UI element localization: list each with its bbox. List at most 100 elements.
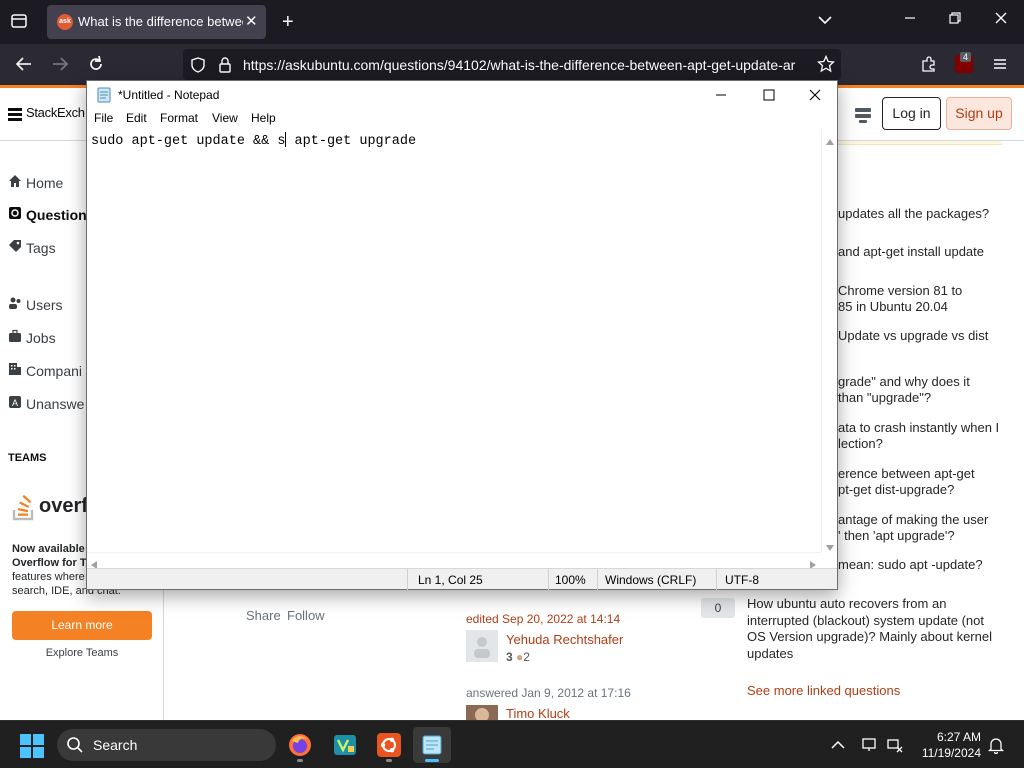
menu-view[interactable]: View	[212, 111, 238, 125]
ublock-origin-icon[interactable]: 4	[955, 52, 973, 73]
signup-button[interactable]: Sign up	[946, 97, 1012, 130]
site-switcher-icon[interactable]	[853, 105, 873, 128]
taskbar-time[interactable]: 6:27 AM	[905, 730, 981, 744]
network-disconnected-icon[interactable]	[886, 736, 904, 757]
notepad-statusbar: Ln 1, Col 25 100% Windows (CRLF) UTF-8	[87, 568, 837, 590]
scroll-down-arrow-icon[interactable]	[826, 539, 834, 554]
taskbar-ubuntu[interactable]	[370, 727, 408, 763]
menu-edit[interactable]: Edit	[126, 111, 147, 125]
stackexchange-logo-text[interactable]: StackExch	[26, 105, 85, 120]
notepad-icon	[420, 733, 444, 760]
sidebar-item-questions[interactable]: Question	[8, 206, 87, 228]
new-tab-plus-icon[interactable]: +	[282, 12, 294, 32]
askubuntu-favicon-icon: ask	[57, 14, 73, 30]
extensions-puzzle-icon[interactable]	[920, 55, 938, 77]
linked-question[interactable]: grade" and why does it than "upgrade"?	[838, 374, 1008, 406]
taskbar-notepad[interactable]	[413, 727, 451, 763]
stackoverflow-logo-icon	[12, 491, 36, 524]
windows-taskbar: Search 6:27 AM 11/19/2024	[0, 720, 1024, 768]
browser-nav-bar: https://askubuntu.com/questions/94102/wh…	[0, 44, 1024, 85]
sidebar-item-companies[interactable]: Compani	[8, 362, 82, 384]
tab-close-icon[interactable]: ✕	[245, 12, 258, 30]
linked-question[interactable]: updates all the packages?	[838, 206, 1008, 222]
linked-question[interactable]: ata to crash instantly when Ilection?	[838, 420, 1008, 452]
answerer-name-link[interactable]: Timo Kluck	[506, 706, 570, 721]
tab-list-icon[interactable]	[10, 12, 28, 36]
notepad-menubar: File Edit Format View Help	[87, 109, 837, 129]
notification-bell-icon[interactable]	[987, 736, 1005, 757]
notepad-minimize-icon[interactable]	[713, 87, 729, 106]
scroll-up-arrow-icon[interactable]	[826, 133, 834, 148]
avatar[interactable]	[466, 630, 498, 662]
forward-arrow-icon[interactable]	[50, 54, 70, 78]
users-icon	[8, 296, 26, 313]
menu-file[interactable]: File	[94, 111, 113, 125]
follow-link[interactable]: Follow	[287, 608, 325, 623]
linked-question[interactable]: How ubuntu auto recovers from an interru…	[747, 596, 1002, 662]
menu-help[interactable]: Help	[251, 111, 276, 125]
text-after-cursor: apt-get upgrade	[286, 134, 417, 149]
sidebar-item-unanswered[interactable]: A Unanswe	[8, 395, 84, 417]
vertical-scrollbar[interactable]	[821, 129, 837, 552]
text-before-cursor: sudo apt-get update && s	[91, 134, 286, 149]
hamburger-menu-icon[interactable]	[991, 55, 1009, 77]
browser-tab-active[interactable]: ask What is the difference between ✕	[47, 5, 266, 39]
share-link[interactable]: Share	[246, 608, 281, 623]
status-separator	[597, 569, 598, 590]
linked-question[interactable]: erence between apt-get pt-get dist-upgrad…	[838, 466, 1008, 498]
taskbar-firefox[interactable]	[281, 727, 319, 763]
linked-question[interactable]: Update vs upgrade vs dist	[838, 328, 1008, 344]
linked-question[interactable]: and apt-get install update	[838, 244, 1008, 260]
tag-icon	[8, 239, 26, 256]
linked-question[interactable]: Chrome version 81 to 85 in Ubuntu 20.04	[838, 283, 1008, 315]
status-encoding: UTF-8	[725, 573, 759, 587]
reload-icon[interactable]	[86, 54, 106, 78]
address-bar[interactable]: https://askubuntu.com/questions/94102/wh…	[183, 49, 841, 80]
notepad-titlebar[interactable]: *Untitled - Notepad	[87, 81, 837, 109]
tracking-shield-icon[interactable]	[189, 56, 207, 77]
taskbar-date[interactable]: 11/19/2024	[905, 746, 981, 760]
window-restore-icon[interactable]	[947, 10, 963, 30]
tray-chevron-up-icon[interactable]	[830, 737, 846, 756]
taskbar-search-box[interactable]: Search	[57, 729, 276, 761]
tab-title: What is the difference between	[78, 14, 243, 29]
taskbar-terminal-app[interactable]	[326, 727, 364, 763]
explore-teams-link[interactable]: Explore Teams	[12, 647, 152, 659]
notepad-maximize-icon[interactable]	[761, 87, 777, 106]
login-button[interactable]: Log in	[882, 97, 941, 130]
sidebar-item-tags[interactable]: Tags	[8, 239, 56, 261]
lock-icon[interactable]	[217, 56, 233, 77]
learn-more-button[interactable]: Learn more	[12, 611, 152, 640]
menu-format[interactable]: Format	[160, 111, 198, 125]
firefox-icon	[288, 733, 312, 760]
linked-question[interactable]: antage of making the user ' then 'apt upg…	[838, 512, 1008, 544]
window-close-icon[interactable]	[993, 10, 1009, 30]
back-arrow-icon[interactable]	[14, 54, 34, 78]
ubuntu-icon	[377, 733, 401, 760]
search-icon	[66, 736, 84, 757]
windows-start-icon[interactable]	[20, 734, 44, 761]
see-more-linked-link[interactable]: See more linked questions	[747, 683, 900, 698]
linked-question[interactable]: mean: sudo apt -update?	[838, 557, 1008, 573]
bookmark-star-icon[interactable]	[816, 54, 836, 76]
status-zoom: 100%	[555, 573, 586, 587]
linked-question-score: 0	[701, 598, 735, 618]
horizontal-scrollbar[interactable]	[87, 552, 821, 569]
notepad-close-icon[interactable]	[807, 87, 823, 106]
browser-tab-strip: ask What is the difference between ✕ +	[0, 0, 1024, 44]
tab-overflow-chevron-icon[interactable]	[817, 12, 833, 33]
editor-name-link[interactable]: Yehuda Rechtshafer	[506, 632, 623, 647]
teams-heading: TEAMS	[8, 452, 47, 464]
sidebar-item-jobs[interactable]: Jobs	[8, 329, 56, 351]
status-line-ending: Windows (CRLF)	[605, 573, 697, 587]
sidebar-item-users[interactable]: Users	[8, 296, 63, 318]
notepad-text-area[interactable]: sudo apt-get update && s apt-get upgrade	[87, 129, 821, 552]
avatar[interactable]	[466, 705, 498, 720]
screen-projection-icon[interactable]	[861, 736, 879, 757]
status-separator	[716, 569, 717, 590]
notepad-app-icon	[96, 87, 112, 106]
window-minimize-icon[interactable]	[902, 10, 918, 30]
unanswered-icon: A	[8, 395, 26, 412]
sidebar-item-home[interactable]: Home	[8, 174, 63, 196]
edited-timestamp-link[interactable]: edited Sep 20, 2022 at 14:14	[466, 612, 620, 626]
